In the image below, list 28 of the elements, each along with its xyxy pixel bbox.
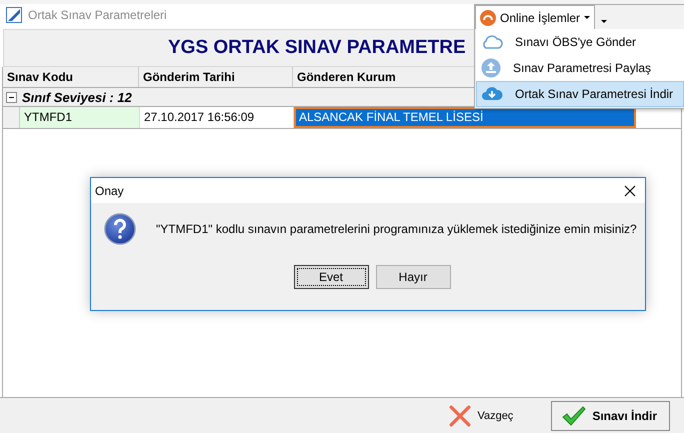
cloud-icon [481,33,503,51]
menu-item[interactable]: Sınavı ÖBS'ye Gönder [476,29,684,55]
dialog-button[interactable]: Hayır [376,265,450,289]
upload-icon [481,58,501,78]
window-title: Ortak Sınav Parametreleri [28,8,167,22]
dialog-message: "YTMFD1" kodlu sınavın parametrelerini programınıza yüklemek istediğinize emin misiniz? [156,222,637,236]
dialog-title: Onay [95,184,124,198]
cross-icon [449,404,472,426]
collapse-button[interactable] [6,92,17,102]
header-title: YGS ORTAK SINAV PARAMETRE [168,37,466,59]
menu-item[interactable]: Sınav Parametresi Paylaş [476,55,684,81]
column-header[interactable]: Gönderim Tarihi [139,67,293,87]
column-header[interactable]: Sınav Kodu [3,67,139,87]
gauge-icon [480,10,496,26]
caret-icon [584,16,590,19]
app-icon [6,7,22,23]
dropdown-arrow-icon[interactable] [601,20,608,22]
menu-item[interactable]: Ortak Sınav Parametresi İndir [476,81,684,107]
cancel-button[interactable]: Vazgeç [449,404,514,426]
table-cell: ALSANCAK FİNAL TEMEL LİSESİ [294,107,636,128]
close-icon [624,184,636,196]
group-label: Sınıf Seviyesi : 12 [22,90,132,104]
table-cell: YTMFD1 [20,107,140,128]
question-icon [104,213,136,245]
checkmark-icon [562,406,586,426]
dialog-button[interactable]: Evet [294,265,368,289]
menu-button[interactable]: Online İşlemler [475,5,596,29]
download-button[interactable]: Sınavı İndir [551,400,670,430]
